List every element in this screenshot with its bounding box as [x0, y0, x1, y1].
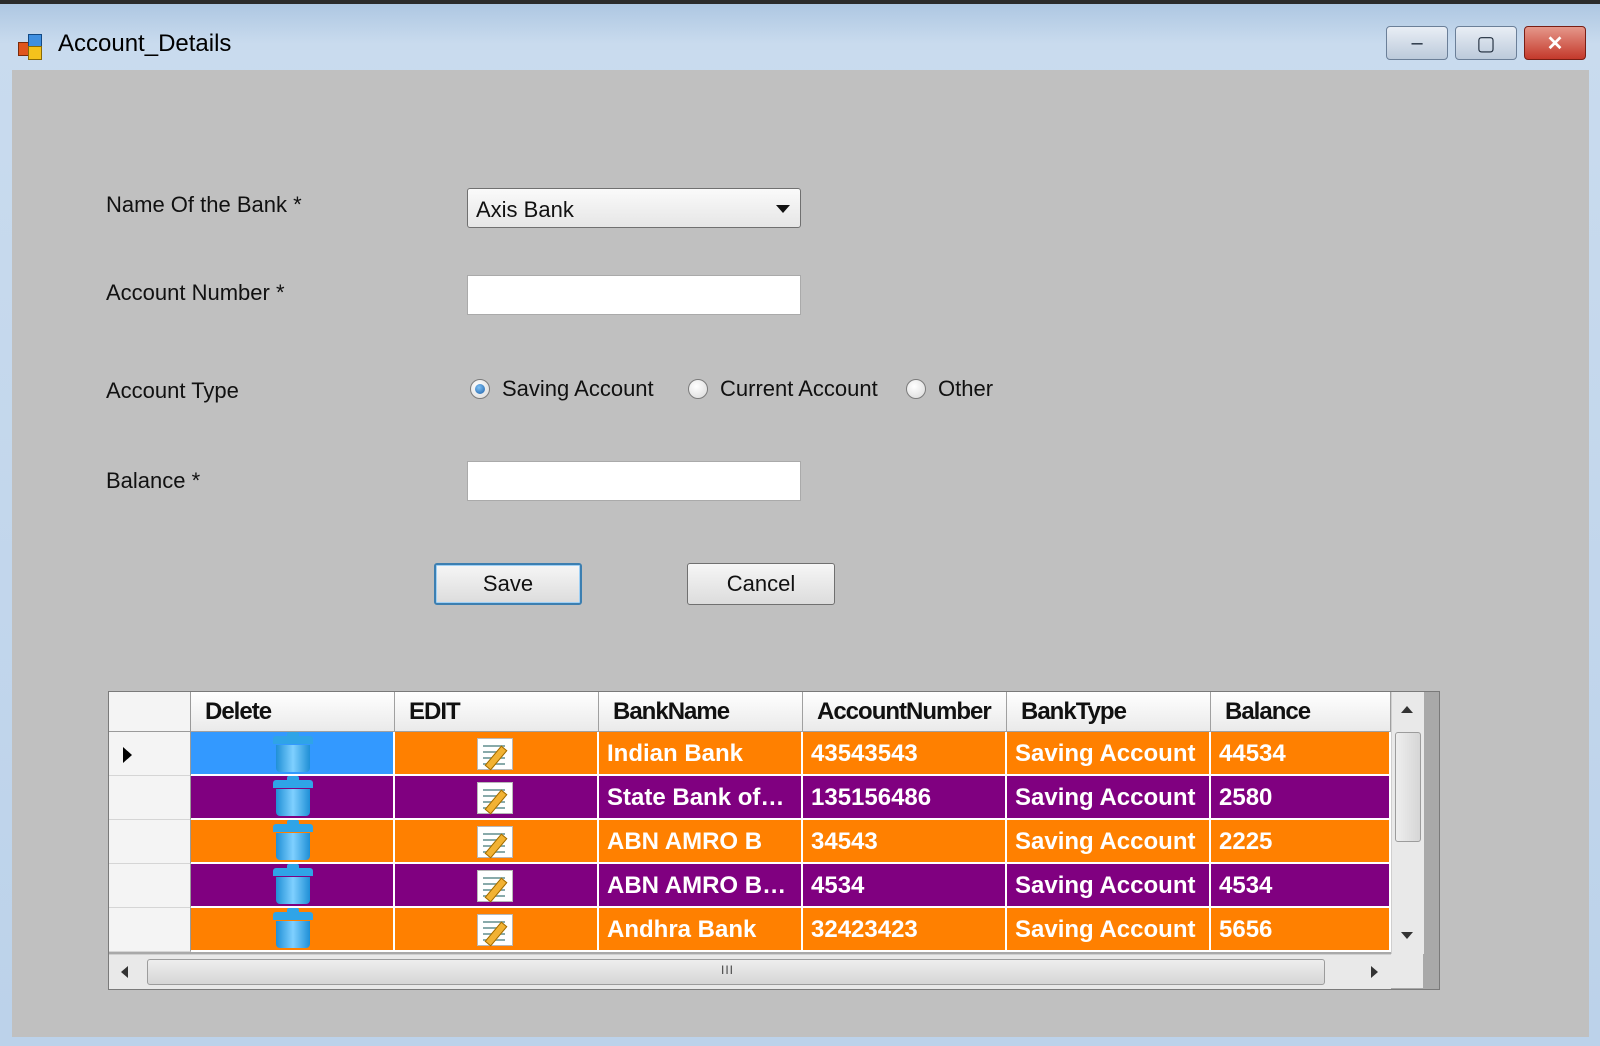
column-header-edit[interactable]: EDIT — [395, 692, 599, 732]
edit-cell[interactable] — [395, 732, 599, 776]
trash-icon[interactable] — [271, 820, 315, 860]
edit-cell[interactable] — [395, 908, 599, 952]
grid-header-row: Delete EDIT BankName AccountNumber BankT… — [109, 692, 1391, 732]
radio-unchecked-icon[interactable] — [688, 379, 708, 399]
bank-name-label: Name Of the Bank * — [106, 192, 302, 217]
row-header[interactable] — [109, 864, 191, 908]
bank-name-value: Axis Bank — [476, 197, 574, 222]
app-icon — [18, 34, 44, 60]
delete-cell[interactable] — [191, 776, 395, 820]
horizontal-scroll-thumb[interactable] — [147, 959, 1325, 985]
trash-icon[interactable] — [271, 908, 315, 948]
trash-icon[interactable] — [271, 732, 315, 772]
balance-cell[interactable]: 5656 — [1211, 908, 1391, 952]
balance-cell[interactable]: 4534 — [1211, 864, 1391, 908]
column-header-accountnumber[interactable]: AccountNumber — [803, 692, 1007, 732]
edit-icon[interactable] — [477, 914, 513, 947]
column-header-delete[interactable]: Delete — [191, 692, 395, 732]
balance-label: Balance * — [106, 468, 201, 493]
account-number-cell[interactable]: 4534 — [803, 864, 1007, 908]
bank-name-cell[interactable]: State Bank of… — [599, 776, 803, 820]
edit-cell[interactable] — [395, 864, 599, 908]
title-bar[interactable]: Account_Details – ▢ ✕ — [0, 4, 1600, 70]
window-title: Account_Details — [58, 30, 232, 57]
bank-type-cell[interactable]: Saving Account — [1007, 776, 1211, 820]
bank-name-cell[interactable]: Indian Bank — [599, 732, 803, 776]
bank-type-cell[interactable]: Saving Account — [1007, 732, 1211, 776]
radio-label: Saving Account — [502, 376, 654, 401]
radio-other[interactable]: Other — [906, 374, 993, 404]
bank-name-cell[interactable]: ABN AMRO B — [599, 820, 803, 864]
balance-cell[interactable]: 2580 — [1211, 776, 1391, 820]
radio-unchecked-icon[interactable] — [906, 379, 926, 399]
column-header-banktype[interactable]: BankType — [1007, 692, 1211, 732]
account-number-cell[interactable]: 34543 — [803, 820, 1007, 864]
radio-current-account[interactable]: Current Account — [688, 374, 878, 404]
row-header[interactable] — [109, 820, 191, 864]
edit-icon[interactable] — [477, 738, 513, 771]
balance-cell[interactable]: 44534 — [1211, 732, 1391, 776]
account-type-label: Account Type — [106, 378, 239, 403]
balance-cell[interactable]: 2225 — [1211, 820, 1391, 864]
table-row[interactable]: State Bank of… 135156486 Saving Account … — [109, 776, 1391, 820]
bank-name-combobox[interactable]: Axis Bank — [467, 188, 801, 228]
radio-label: Other — [938, 376, 994, 401]
grid-corner[interactable] — [109, 692, 191, 732]
trash-icon[interactable] — [271, 776, 315, 816]
vertical-scrollbar[interactable] — [1391, 692, 1424, 954]
edit-icon[interactable] — [477, 826, 513, 859]
row-header[interactable] — [109, 732, 191, 776]
row-header[interactable] — [109, 776, 191, 820]
bank-name-cell[interactable]: ABN AMRO B… — [599, 864, 803, 908]
vertical-scroll-thumb[interactable] — [1395, 732, 1421, 842]
radio-saving-account[interactable]: Saving Account — [470, 374, 654, 404]
bank-type-cell[interactable]: Saving Account — [1007, 864, 1211, 908]
edit-cell[interactable] — [395, 820, 599, 864]
radio-checked-icon[interactable] — [470, 379, 490, 399]
save-button[interactable]: Save — [434, 563, 582, 605]
edit-cell[interactable] — [395, 776, 599, 820]
balance-input[interactable] — [467, 461, 801, 501]
scroll-right-icon[interactable] — [1371, 966, 1378, 978]
account-number-cell[interactable]: 32423423 — [803, 908, 1007, 952]
maximize-button[interactable]: ▢ — [1455, 26, 1517, 60]
horizontal-scrollbar[interactable]: III — [109, 954, 1391, 989]
bank-type-cell[interactable]: Saving Account — [1007, 908, 1211, 952]
account-number-label: Account Number * — [106, 280, 285, 305]
scroll-down-icon[interactable] — [1401, 932, 1413, 939]
scroll-left-icon[interactable] — [121, 966, 128, 978]
column-header-balance[interactable]: Balance — [1211, 692, 1391, 732]
scroll-up-icon[interactable] — [1401, 706, 1413, 713]
table-row[interactable]: ABN AMRO B 34543 Saving Account 2225 — [109, 820, 1391, 864]
delete-cell[interactable] — [191, 908, 395, 952]
account-number-input[interactable] — [467, 275, 801, 315]
delete-cell[interactable] — [191, 732, 395, 776]
trash-icon[interactable] — [271, 864, 315, 904]
bank-name-cell[interactable]: Andhra Bank — [599, 908, 803, 952]
radio-label: Current Account — [720, 376, 878, 401]
edit-icon[interactable] — [477, 870, 513, 903]
accounts-datagrid: Delete EDIT BankName AccountNumber BankT… — [108, 691, 1440, 990]
edit-icon[interactable] — [477, 782, 513, 815]
current-row-arrow-icon — [123, 747, 132, 763]
account-number-cell[interactable]: 135156486 — [803, 776, 1007, 820]
account-details-window: Account_Details – ▢ ✕ Name Of the Bank *… — [0, 0, 1600, 1046]
column-header-bankname[interactable]: BankName — [599, 692, 803, 732]
account-number-cell[interactable]: 43543543 — [803, 732, 1007, 776]
table-row[interactable]: Andhra Bank 32423423 Saving Account 5656 — [109, 908, 1391, 952]
table-row[interactable]: ABN AMRO B… 4534 Saving Account 4534 — [109, 864, 1391, 908]
row-header[interactable] — [109, 908, 191, 952]
delete-cell[interactable] — [191, 864, 395, 908]
delete-cell[interactable] — [191, 820, 395, 864]
bank-type-cell[interactable]: Saving Account — [1007, 820, 1211, 864]
table-row[interactable]: Indian Bank 43543543 Saving Account 4453… — [109, 732, 1391, 776]
form-client-area: Name Of the Bank * Axis Bank Account Num… — [12, 70, 1589, 1037]
scrollbar-corner — [1391, 954, 1423, 988]
close-button[interactable]: ✕ — [1524, 26, 1586, 60]
minimize-button[interactable]: – — [1386, 26, 1448, 60]
cancel-button[interactable]: Cancel — [687, 563, 835, 605]
scroll-grip-icon: III — [721, 963, 735, 977]
chevron-down-icon[interactable] — [776, 205, 790, 213]
